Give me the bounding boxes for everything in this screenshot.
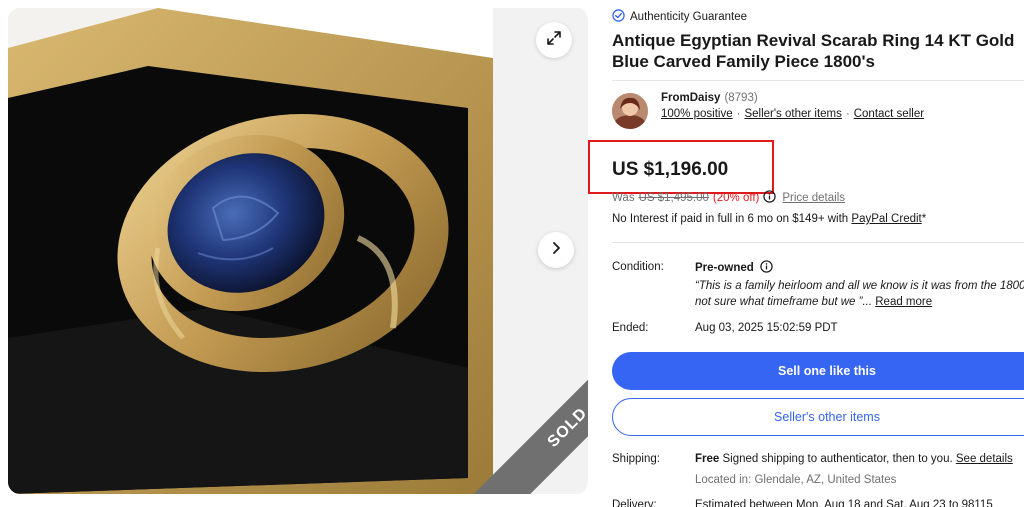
listing-panel: Authenticity Guarantee Antique Egyptian … — [588, 0, 1024, 507]
product-photo[interactable] — [8, 8, 493, 494]
divider — [612, 242, 1024, 243]
separator-dot: · — [736, 108, 741, 120]
seller-name[interactable]: FromDaisy — [661, 92, 720, 104]
delivery-value: Estimated between Mon, Aug 18 and Sat, A… — [695, 499, 993, 507]
paypal-credit-link[interactable]: PayPal Credit — [851, 213, 921, 225]
seller-name-row: FromDaisy (8793) — [661, 92, 924, 104]
shipping-label: Shipping: — [612, 453, 660, 465]
was-price-row: Was US $1,495.00 (20% off) Price details — [612, 190, 845, 206]
expand-icon — [546, 30, 562, 51]
seller-links: 100% positive · Seller's other items · C… — [661, 108, 924, 120]
next-image-button[interactable] — [538, 232, 574, 268]
expand-image-button[interactable] — [536, 22, 572, 58]
price: US $1,196.00 — [612, 159, 729, 180]
asterisk: * — [921, 213, 927, 225]
item-location: Located in: Glendale, AZ, United States — [695, 474, 897, 486]
seller-feedback-count: (8793) — [724, 92, 758, 104]
image-gallery: SOLD — [8, 8, 588, 494]
delivery-label: Delivery: — [612, 499, 657, 507]
was-label: Was — [612, 192, 635, 204]
read-more-link[interactable]: Read more — [875, 296, 932, 308]
contact-seller-link[interactable]: Contact seller — [854, 108, 924, 120]
condition-quote-line-2: not sure what timeframe but we ”... Read… — [695, 296, 933, 308]
sell-one-like-this-button[interactable]: Sell one like this — [612, 352, 1024, 390]
condition-description: “This is a family heirloom and all we kn… — [695, 278, 1024, 310]
check-circle-icon — [612, 9, 625, 25]
condition-value-row: Pre-owned — [695, 260, 773, 276]
seller-info: FromDaisy (8793) 100% positive · Seller'… — [661, 92, 924, 132]
shipping-value: Free Signed shipping to authenticator, t… — [695, 453, 1013, 465]
price-details-link[interactable]: Price details — [782, 192, 845, 204]
ended-value: Aug 03, 2025 15:02:59 PDT — [695, 322, 838, 334]
authenticity-guarantee[interactable]: Authenticity Guarantee — [612, 9, 747, 25]
sellers-other-items-button[interactable]: Seller's other items — [612, 398, 1024, 436]
info-icon[interactable] — [763, 190, 777, 206]
condition-quote-line-1: “This is a family heirloom and all we kn… — [695, 280, 1024, 292]
chevron-right-icon — [549, 241, 563, 260]
info-icon[interactable] — [760, 260, 773, 276]
was-price: US $1,495.00 — [638, 192, 709, 204]
shipping-text: Signed shipping to authenticator, then t… — [722, 453, 953, 465]
seller-avatar[interactable] — [612, 93, 648, 129]
authenticity-label: Authenticity Guarantee — [630, 11, 747, 23]
condition-label: Condition: — [612, 261, 664, 273]
seller-positive-link[interactable]: 100% positive — [661, 108, 733, 120]
divider — [612, 80, 1024, 81]
seller-card: FromDaisy (8793) 100% positive · Seller'… — [612, 92, 924, 132]
separator-dot: · — [845, 108, 850, 120]
discount-badge: (20% off) — [712, 192, 760, 204]
interest-info: No Interest if paid in full in 6 mo on $… — [612, 213, 926, 225]
condition-quote-text: not sure what timeframe but we ” — [695, 296, 863, 308]
ended-label: Ended: — [612, 322, 649, 334]
seller-other-items-link[interactable]: Seller's other items — [744, 108, 841, 120]
interest-text: No Interest if paid in full in 6 mo on $… — [612, 213, 849, 225]
listing-title: Antique Egyptian Revival Scarab Ring 14 … — [612, 31, 1015, 71]
condition-value: Pre-owned — [695, 262, 754, 274]
free-shipping: Free — [695, 453, 720, 465]
see-details-link[interactable]: See details — [956, 453, 1013, 465]
